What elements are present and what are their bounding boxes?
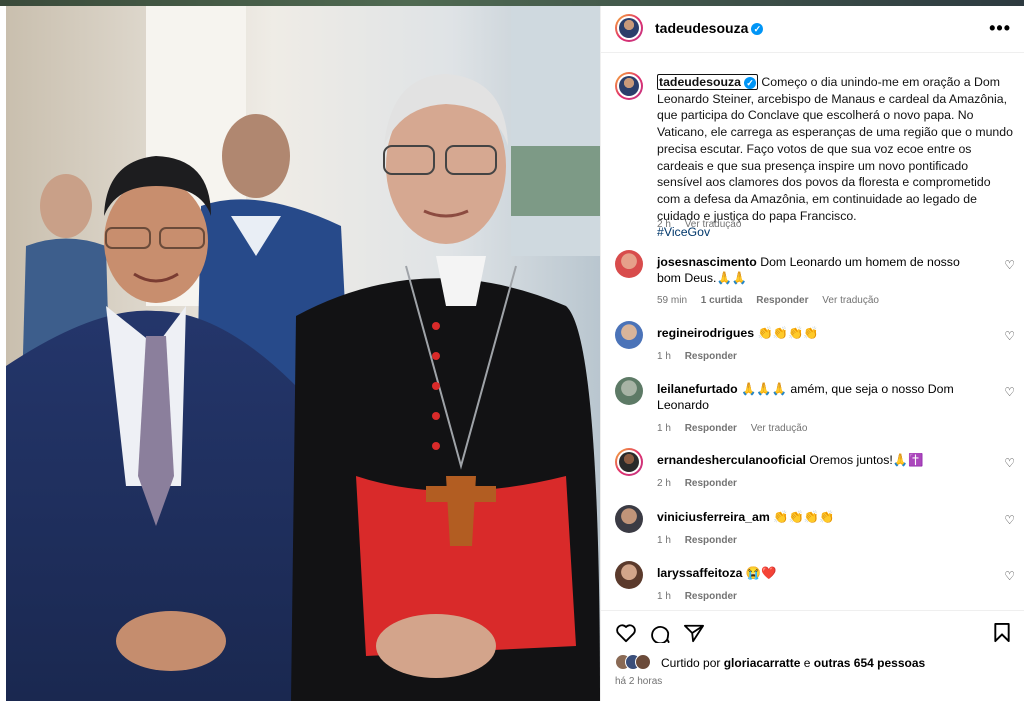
caption-text: Começo o dia unindo-me em oração a Dom L… <box>657 75 1013 223</box>
like-comment-heart-icon[interactable]: ♡ <box>1004 385 1015 399</box>
caption-username[interactable]: tadeudesouza ✓ <box>657 74 758 90</box>
see-translation-link[interactable]: Ver tradução <box>685 219 742 230</box>
caption-author-avatar[interactable] <box>615 72 643 100</box>
comment-text-block: leilanefurtado 🙏🙏🙏 amém, que seja o noss… <box>657 381 987 413</box>
author-username[interactable]: tadeudesouza ✓ <box>655 20 764 36</box>
commenter-username[interactable]: regineirodrigues <box>657 326 754 340</box>
like-comment-heart-icon[interactable]: ♡ <box>1004 456 1015 470</box>
liker-avatar <box>635 654 651 670</box>
reply-button[interactable]: Responder <box>685 423 737 434</box>
comment-meta: 59 min 1 curtida Responder Ver tradução <box>657 295 890 306</box>
comment-time[interactable]: 2 h <box>657 478 671 489</box>
commenter-avatar[interactable] <box>615 505 643 533</box>
reply-button[interactable]: Responder <box>685 351 737 362</box>
comment-meta: 1 h Responder <box>657 351 748 362</box>
caption-meta: 2 h Ver tradução <box>657 219 752 230</box>
commenter-username[interactable]: ernandesherculanooficial <box>657 453 806 467</box>
author-avatar[interactable] <box>615 14 643 42</box>
comment-item: leilanefurtado 🙏🙏🙏 amém, que seja o noss… <box>615 377 1015 434</box>
verified-badge-icon: ✓ <box>744 76 756 89</box>
comment-text: 👏👏👏👏 <box>757 326 819 340</box>
likes-prefix: Curtido por <box>661 656 721 670</box>
comment-time[interactable]: 1 h <box>657 423 671 434</box>
reply-button[interactable]: Responder <box>685 535 737 546</box>
comment-item: regineirodrigues 👏👏👏👏 1 h Responder ♡ <box>615 321 1015 362</box>
commenter-username[interactable]: leilanefurtado <box>657 382 738 396</box>
commenter-username[interactable]: josesnascimento <box>657 255 757 269</box>
like-comment-heart-icon[interactable]: ♡ <box>1004 329 1015 343</box>
comment-item: viniciusferreira_am 👏👏👏👏 1 h Responder ♡ <box>615 505 1015 546</box>
comment-item: josesnascimento Dom Leonardo um homem de… <box>615 250 1015 306</box>
like-comment-heart-icon[interactable]: ♡ <box>1004 513 1015 527</box>
commenter-avatar[interactable] <box>615 321 643 349</box>
like-comment-heart-icon[interactable]: ♡ <box>1004 569 1015 583</box>
comment-text-block: regineirodrigues 👏👏👏👏 <box>657 325 987 341</box>
comment-text-block: ernandesherculanooficial Oremos juntos!🙏… <box>657 452 987 468</box>
comment-likes[interactable]: 1 curtida <box>701 295 743 306</box>
likes-others-count[interactable]: outras 654 pessoas <box>814 656 925 670</box>
more-options-icon[interactable]: ••• <box>989 18 1011 39</box>
caption-time[interactable]: 2 h <box>657 219 671 230</box>
reply-button[interactable]: Responder <box>685 478 737 489</box>
comment-text-block: josesnascimento Dom Leonardo um homem de… <box>657 254 987 286</box>
commenter-avatar[interactable] <box>615 377 643 405</box>
save-bookmark-icon[interactable] <box>993 622 1011 643</box>
comment-time[interactable]: 1 h <box>657 535 671 546</box>
reply-button[interactable]: Responder <box>685 591 737 602</box>
comment-item: ernandesherculanooficial Oremos juntos!🙏… <box>615 448 1015 489</box>
comment-meta: 1 h Responder <box>657 535 748 546</box>
commenter-username[interactable]: viniciusferreira_am <box>657 510 770 524</box>
commenter-avatar[interactable] <box>615 250 643 278</box>
comment-meta: 1 h Responder <box>657 591 748 602</box>
comment-text: Oremos juntos!🙏✝️ <box>809 453 924 467</box>
likes-summary[interactable]: Curtido por gloriacarratte e outras 654 … <box>661 656 925 670</box>
like-comment-heart-icon[interactable]: ♡ <box>1004 258 1015 272</box>
comment-item: laryssaffeitoza 😭❤️ 1 h Responder ♡ <box>615 561 1015 602</box>
photo-illustration <box>6 6 600 701</box>
comment-text: 👏👏👏👏 <box>773 510 835 524</box>
likes-conjunction: e <box>803 656 811 670</box>
comment-time[interactable]: 1 h <box>657 351 671 362</box>
comment-meta: 2 h Responder <box>657 478 748 489</box>
comment-text-block: laryssaffeitoza 😭❤️ <box>657 565 987 581</box>
comment-text: 😭❤️ <box>745 566 777 580</box>
share-send-icon[interactable] <box>683 623 705 643</box>
commenter-avatar[interactable] <box>615 448 643 476</box>
post-panel: tadeudesouza ✓ ••• tadeudesouza ✓ Começo o… <box>600 6 1024 701</box>
see-translation-link[interactable]: Ver tradução <box>751 423 808 434</box>
comment-icon[interactable] <box>649 623 671 643</box>
post-header: tadeudesouza ✓ ••• <box>601 6 1024 53</box>
commenter-avatar[interactable] <box>615 561 643 589</box>
post-caption: tadeudesouza ✓ Começo o dia unindo-me em … <box>657 74 1013 241</box>
see-translation-link[interactable]: Ver tradução <box>822 295 879 306</box>
liker-username[interactable]: gloriacarratte <box>724 656 801 670</box>
post-photo[interactable] <box>6 6 600 701</box>
like-heart-icon[interactable] <box>615 623 637 643</box>
reply-button[interactable]: Responder <box>756 295 808 306</box>
posted-time: há 2 horas <box>615 676 663 687</box>
verified-badge-icon: ✓ <box>751 23 764 36</box>
action-bar <box>601 610 1024 651</box>
comment-time[interactable]: 1 h <box>657 591 671 602</box>
comment-meta: 1 h Responder Ver tradução <box>657 423 818 434</box>
commenter-username[interactable]: laryssaffeitoza <box>657 566 742 580</box>
comment-time[interactable]: 59 min <box>657 295 687 306</box>
comment-text-block: viniciusferreira_am 👏👏👏👏 <box>657 509 987 525</box>
